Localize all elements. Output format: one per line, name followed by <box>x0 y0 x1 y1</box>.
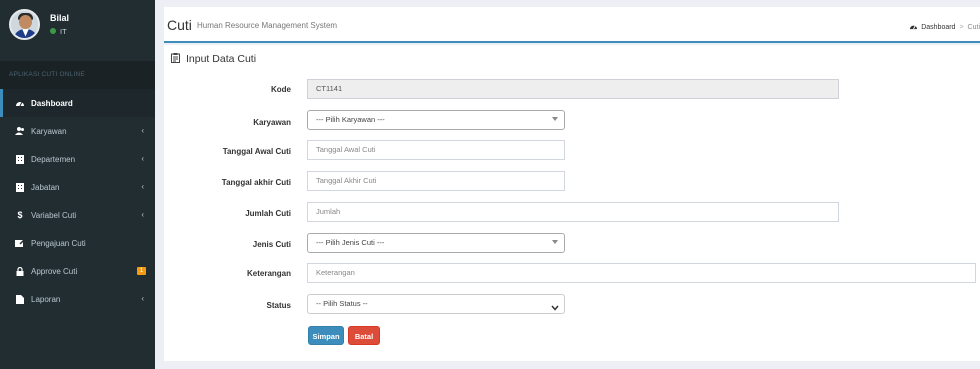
karyawan-select[interactable]: --- Pilih Karyawan --- <box>307 110 565 130</box>
chevron-left-icon: ‹ <box>141 182 144 191</box>
chevron-left-icon: ‹ <box>141 126 144 135</box>
sidebar-item-label: Variabel Cuti <box>31 210 77 220</box>
kode-field: CT1141 <box>307 79 839 99</box>
keterangan-input[interactable]: Keterangan <box>307 263 976 283</box>
file-icon <box>14 294 26 304</box>
sidebar-item-departemen[interactable]: Departemen ‹ <box>0 145 155 173</box>
sidebar-item-pengajuan-cuti[interactable]: Pengajuan Cuti <box>0 229 155 257</box>
dashboard-icon <box>909 23 918 32</box>
page-subtitle: Human Resource Management System <box>197 21 338 30</box>
sidebar-item-karyawan[interactable]: Karyawan ‹ <box>0 117 155 145</box>
sidebar-item-dashboard[interactable]: Dashboard <box>0 89 155 117</box>
user-status-text: IT <box>60 26 67 36</box>
jenis-cuti-select[interactable]: --- Pilih Jenis Cuti --- <box>307 233 565 253</box>
building-icon <box>14 154 26 164</box>
keterangan-label: Keterangan <box>246 269 291 278</box>
cancel-button[interactable]: Batal <box>348 326 380 345</box>
chevron-left-icon: ‹ <box>141 154 144 163</box>
tanggal-awal-label: Tanggal Awal Cuti <box>222 147 291 156</box>
sidebar-item-label: Departemen <box>31 154 76 164</box>
sidebar-item-label: Approve Cuti <box>31 266 78 276</box>
sidebar-item-label: Karyawan <box>31 126 67 136</box>
online-dot-icon <box>50 28 56 34</box>
save-button[interactable]: Simpan <box>308 326 344 345</box>
dropdown-arrow-icon <box>552 240 558 244</box>
status-label: Status <box>266 301 291 310</box>
breadcrumb: Dashboard > Cuti <box>909 23 980 32</box>
chevron-down-icon <box>551 299 559 317</box>
breadcrumb-separator: > <box>959 24 964 31</box>
content-header: Cuti Human Resource Management System Da… <box>164 7 980 43</box>
dropdown-arrow-icon <box>552 117 558 121</box>
chevron-left-icon: ‹ <box>141 210 144 219</box>
building-icon <box>14 182 26 192</box>
form-title-text: Input Data Cuti <box>186 53 257 65</box>
sidebar: Bilal IT APLIKASI CUTI ONLINE Dashboard … <box>0 0 155 369</box>
sidebar-item-approve-cuti[interactable]: Approve Cuti 1 <box>0 257 155 285</box>
dashboard-icon <box>14 99 26 107</box>
tanggal-akhir-input[interactable]: Tanggal Akhir Cuti <box>307 171 565 191</box>
notification-badge: 1 <box>137 267 146 275</box>
jenis-cuti-label: Jenis Cuti <box>252 240 291 249</box>
user-panel: Bilal IT <box>0 0 155 48</box>
breadcrumb-home[interactable]: Dashboard <box>921 24 955 31</box>
sidebar-item-label: Dashboard <box>31 98 73 108</box>
avatar[interactable] <box>9 8 40 40</box>
form-box: Input Data Cuti Kode CT1141 Karyawan ---… <box>164 45 980 361</box>
sidebar-item-label: Jabatan <box>31 182 60 192</box>
user-name: Bilal <box>50 12 70 23</box>
sidebar-item-label: Laporan <box>31 294 61 304</box>
edit-icon <box>14 239 26 247</box>
dollar-icon: $ <box>17 210 23 220</box>
chevron-left-icon: ‹ <box>141 294 144 303</box>
jumlah-input[interactable]: Jumlah <box>307 202 839 222</box>
page-title: Cuti <box>167 17 192 33</box>
breadcrumb-current: Cuti <box>967 24 980 31</box>
karyawan-label: Karyawan <box>253 118 291 127</box>
lock-icon <box>14 266 26 276</box>
users-icon <box>14 127 26 135</box>
menu-header: APLIKASI CUTI ONLINE <box>0 61 155 89</box>
form-title: Input Data Cuti <box>171 53 256 65</box>
jenis-cuti-select-value: --- Pilih Jenis Cuti --- <box>316 238 385 247</box>
tanggal-awal-input[interactable]: Tanggal Awal Cuti <box>307 140 565 160</box>
kode-label: Kode <box>271 85 291 94</box>
sidebar-item-laporan[interactable]: Laporan ‹ <box>0 285 155 313</box>
clipboard-icon <box>171 53 180 65</box>
status-select[interactable]: -- Pilih Status -- <box>307 294 565 314</box>
user-status: IT <box>50 27 69 36</box>
sidebar-item-jabatan[interactable]: Jabatan ‹ <box>0 173 155 201</box>
sidebar-item-label: Pengajuan Cuti <box>31 238 86 248</box>
jumlah-label: Jumlah Cuti <box>245 209 291 218</box>
status-select-value: -- Pilih Status -- <box>316 299 368 308</box>
karyawan-select-value: --- Pilih Karyawan --- <box>316 115 385 124</box>
tanggal-akhir-label: Tanggal akhir Cuti <box>221 178 291 187</box>
sidebar-item-variabel-cuti[interactable]: $ Variabel Cuti ‹ <box>0 201 155 229</box>
